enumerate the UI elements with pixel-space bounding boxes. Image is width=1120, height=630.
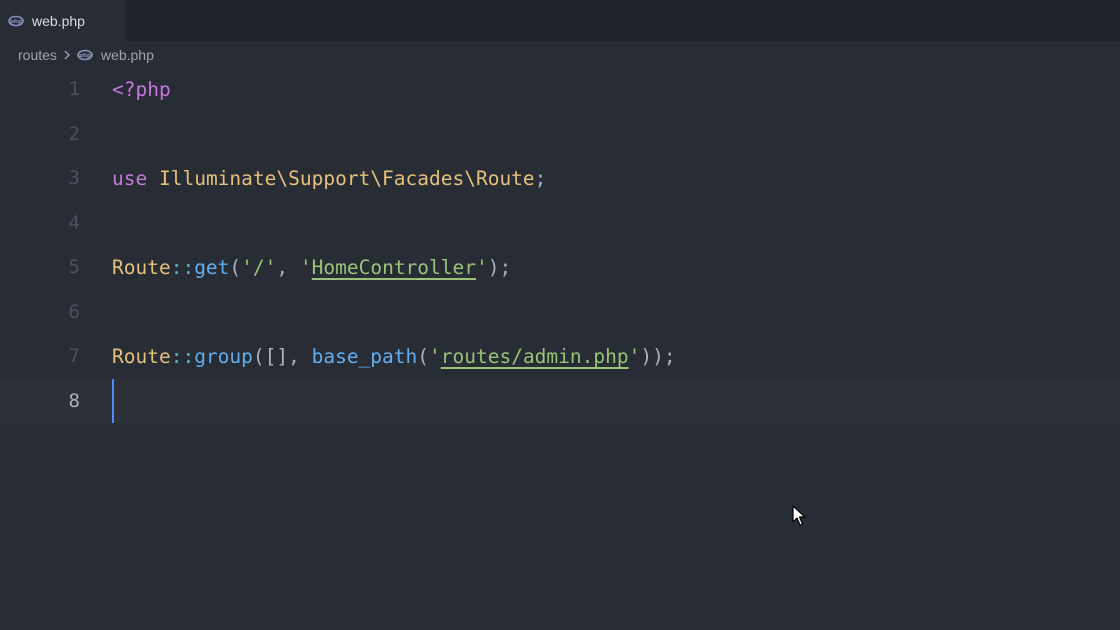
line-number: 3	[68, 167, 80, 190]
line-number: 4	[68, 211, 80, 234]
chevron-right-icon	[63, 49, 71, 61]
php-elephant-icon: php	[8, 15, 24, 27]
arguments: ([],	[252, 344, 312, 368]
string-literal-link[interactable]: HomeController	[312, 256, 476, 279]
line-number: 1	[68, 78, 80, 101]
namespace: Illuminate\Support\Facades\Route	[158, 166, 535, 190]
line-content: use Illuminate\Support\Facades\Route;	[112, 167, 546, 190]
method-name: get	[194, 255, 230, 279]
method-name: group	[194, 344, 253, 368]
php-elephant-icon: php	[77, 49, 93, 61]
breadcrumb: routes php web.php	[18, 44, 154, 66]
breadcrumb-file[interactable]: web.php	[101, 47, 154, 63]
paren: (	[417, 344, 430, 368]
svg-text:php: php	[10, 19, 22, 25]
code-line[interactable]: 6	[0, 290, 1120, 335]
php-open-tag: <?php	[112, 77, 171, 101]
string-literal: '/'	[241, 255, 277, 279]
line-number: 6	[68, 300, 80, 323]
paren: (	[229, 255, 242, 279]
svg-text:php: php	[79, 53, 91, 59]
line-content: <?php	[112, 78, 171, 101]
quote: '	[429, 344, 441, 368]
line-number: 5	[68, 256, 80, 279]
code-line[interactable]: 2	[0, 112, 1120, 157]
code-line[interactable]: 5 Route::get('/', 'HomeController');	[0, 245, 1120, 290]
code-line[interactable]: 3 use Illuminate\Support\Facades\Route;	[0, 156, 1120, 201]
code-line-current[interactable]: 8	[0, 378, 1120, 423]
function-name: base_path	[311, 344, 418, 368]
string-literal-link[interactable]: routes/admin.php	[441, 345, 629, 368]
line-content: Route::get('/', 'HomeController');	[112, 256, 511, 279]
quote: '	[476, 255, 488, 279]
code-line[interactable]: 1 <?php	[0, 67, 1120, 112]
code-line[interactable]: 7 Route::group([], base_path('routes/adm…	[0, 334, 1120, 379]
use-keyword: use	[112, 166, 148, 190]
tab-label: web.php	[32, 12, 85, 29]
semicolon: ;	[534, 166, 547, 190]
mouse-pointer-icon	[792, 505, 806, 527]
line-content: Route::group([], base_path('routes/admin…	[112, 345, 676, 368]
line-number: 2	[68, 122, 80, 145]
paren-semicolon: );	[487, 255, 512, 279]
code-line[interactable]: 4	[0, 201, 1120, 246]
paren-semicolon: ));	[640, 344, 676, 368]
class-name: Route	[112, 344, 171, 368]
class-name: Route	[112, 255, 171, 279]
breadcrumb-folder[interactable]: routes	[18, 47, 57, 63]
tab-web-php[interactable]: php web.php	[0, 0, 126, 41]
text-cursor	[112, 378, 114, 423]
code-editor[interactable]: 1 <?php 2 3 use Illuminate\Support\Facad…	[0, 67, 1120, 427]
line-number: 8	[68, 389, 80, 412]
scope-operator: ::	[170, 344, 195, 368]
comma: ,	[276, 255, 300, 279]
quote: '	[299, 255, 312, 279]
tab-bar: php web.php	[0, 0, 1120, 41]
line-number: 7	[68, 345, 80, 368]
scope-operator: ::	[170, 255, 195, 279]
quote: '	[628, 344, 641, 368]
